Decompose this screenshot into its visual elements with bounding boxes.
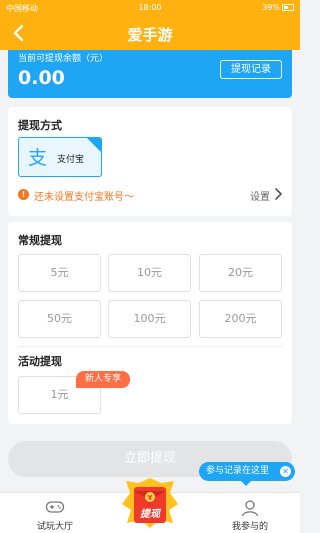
alipay-label: 支付宝 bbox=[57, 155, 85, 165]
withdraw-tab-label[interactable]: 提现 bbox=[121, 505, 179, 520]
svg-text:支: 支 bbox=[28, 147, 47, 168]
red-envelope-icon[interactable]: ¥ bbox=[121, 477, 179, 529]
balance-card: 当前可提现余额（元） 0.00 提现记录 bbox=[8, 50, 292, 98]
activity-withdraw-title: 活动提现 bbox=[18, 355, 62, 368]
divider bbox=[18, 346, 282, 347]
balance-value: 0.00 bbox=[18, 67, 65, 89]
battery-icon bbox=[282, 4, 294, 11]
user-icon bbox=[241, 500, 259, 517]
balance-label: 当前可提现余额（元） bbox=[18, 54, 109, 64]
alipay-icon: 支 bbox=[28, 147, 47, 168]
regular-withdraw-title: 常规提现 bbox=[18, 234, 62, 247]
tooltip-text: 参与记录在这里 bbox=[206, 466, 270, 476]
svg-text:¥: ¥ bbox=[148, 494, 153, 502]
clock: 18:00 bbox=[138, 3, 162, 12]
selected-corner-icon bbox=[87, 138, 101, 152]
close-icon[interactable]: ✕ bbox=[280, 466, 291, 477]
withdraw-amount-panel: 常规提现 5元 10元 20元 50元 100元 200元 活动提现 1元 新人… bbox=[8, 222, 292, 424]
withdraw-method-panel: 提现方式 支 支付宝 ! 还未设置支付宝账号～ 设置 bbox=[8, 107, 292, 216]
tab-trial-hall[interactable]: 试玩大厅 bbox=[5, 493, 105, 533]
page-title: 爱手游 bbox=[127, 26, 173, 44]
nav-bar: 爱手游 bbox=[0, 16, 300, 50]
alipay-warning-text: 还未设置支付宝账号～ bbox=[34, 192, 134, 203]
participation-tooltip: 参与记录在这里 ✕ bbox=[199, 462, 295, 486]
battery-percent: 39% bbox=[262, 3, 280, 12]
withdraw-method-title: 提现方式 bbox=[18, 119, 62, 132]
amount-option[interactable]: 200元 bbox=[199, 300, 282, 338]
tab-my-participation[interactable]: 我参与的 bbox=[200, 493, 300, 533]
amount-option[interactable]: 100元 bbox=[108, 300, 191, 338]
tab-label: 试玩大厅 bbox=[36, 522, 73, 532]
battery-status: 39% bbox=[262, 3, 294, 12]
amount-option[interactable]: 20元 bbox=[199, 254, 282, 292]
alipay-option[interactable]: 支 支付宝 bbox=[18, 137, 102, 177]
amount-option[interactable]: 50元 bbox=[18, 300, 101, 338]
tab-label: 我参与的 bbox=[231, 522, 268, 532]
new-user-badge: 新人专享 bbox=[76, 371, 130, 388]
chevron-right-icon[interactable] bbox=[274, 187, 284, 201]
status-bar: 中国移动 18:00 39% bbox=[0, 0, 300, 16]
withdraw-record-button[interactable]: 提现记录 bbox=[220, 60, 282, 79]
amount-option[interactable]: 10元 bbox=[108, 254, 191, 292]
warning-icon: ! bbox=[18, 189, 29, 200]
gamepad-icon bbox=[45, 501, 65, 513]
amount-option[interactable]: 5元 bbox=[18, 254, 101, 292]
setup-link[interactable]: 设置 bbox=[250, 188, 270, 203]
